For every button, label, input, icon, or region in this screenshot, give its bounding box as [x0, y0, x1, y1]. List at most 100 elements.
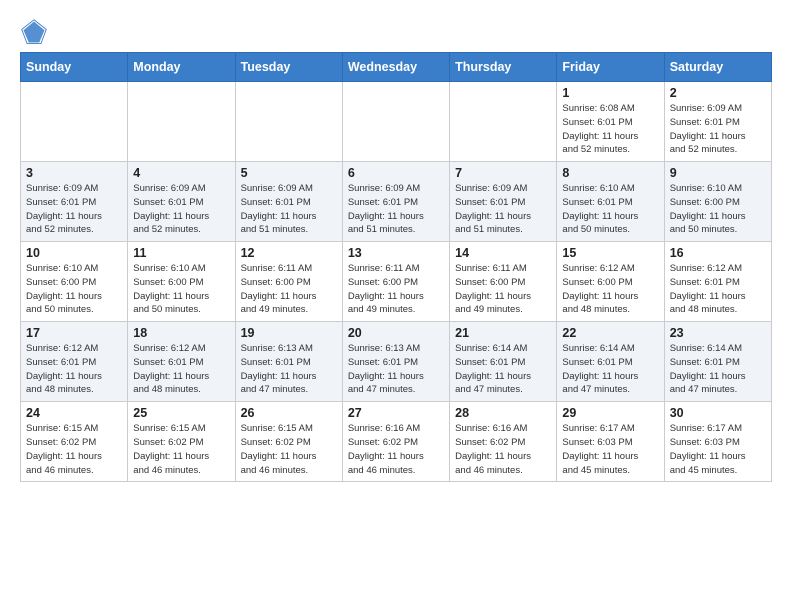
day-info: Sunrise: 6:11 AM Sunset: 6:00 PM Dayligh…: [455, 262, 551, 317]
calendar-day-header: Friday: [557, 53, 664, 82]
calendar-week-row: 3 Sunrise: 6:09 AM Sunset: 6:01 PM Daylig…: [21, 162, 772, 242]
calendar-cell: 8 Sunrise: 6:10 AM Sunset: 6:01 PM Daylig…: [557, 162, 664, 242]
day-number: 4: [133, 166, 229, 180]
calendar-cell: 24 Sunrise: 6:15 AM Sunset: 6:02 PM Dayli…: [21, 402, 128, 482]
calendar-cell: 1 Sunrise: 6:08 AM Sunset: 6:01 PM Daylig…: [557, 82, 664, 162]
calendar-cell: 11Sunrise: 6:10 AM Sunset: 6:00 PM Dayli…: [128, 242, 235, 322]
calendar-day-header: Tuesday: [235, 53, 342, 82]
calendar-cell: 4 Sunrise: 6:09 AM Sunset: 6:01 PM Daylig…: [128, 162, 235, 242]
calendar-cell: 5 Sunrise: 6:09 AM Sunset: 6:01 PM Daylig…: [235, 162, 342, 242]
calendar-cell: 2Sunrise: 6:09 AM Sunset: 6:01 PM Daylig…: [664, 82, 771, 162]
day-info: Sunrise: 6:10 AM Sunset: 6:01 PM Dayligh…: [562, 182, 658, 237]
day-info: Sunrise: 6:16 AM Sunset: 6:02 PM Dayligh…: [455, 422, 551, 477]
day-number: 14: [455, 246, 551, 260]
calendar-day-header: Thursday: [450, 53, 557, 82]
calendar-cell: 9Sunrise: 6:10 AM Sunset: 6:00 PM Daylig…: [664, 162, 771, 242]
day-info: Sunrise: 6:09 AM Sunset: 6:01 PM Dayligh…: [348, 182, 444, 237]
calendar-week-row: 17 Sunrise: 6:12 AM Sunset: 6:01 PM Dayli…: [21, 322, 772, 402]
calendar-cell: 27 Sunrise: 6:16 AM Sunset: 6:02 PM Dayli…: [342, 402, 449, 482]
day-number: 21: [455, 326, 551, 340]
calendar-cell: [235, 82, 342, 162]
calendar-cell: 20Sunrise: 6:13 AM Sunset: 6:01 PM Dayli…: [342, 322, 449, 402]
calendar-cell: 29 Sunrise: 6:17 AM Sunset: 6:03 PM Dayli…: [557, 402, 664, 482]
day-number: 5: [241, 166, 337, 180]
calendar-cell: 6 Sunrise: 6:09 AM Sunset: 6:01 PM Daylig…: [342, 162, 449, 242]
day-number: 17: [26, 326, 122, 340]
day-info: Sunrise: 6:09 AM Sunset: 6:01 PM Dayligh…: [670, 102, 766, 157]
calendar-cell: 19 Sunrise: 6:13 AM Sunset: 6:01 PM Dayli…: [235, 322, 342, 402]
day-number: 29: [562, 406, 658, 420]
day-info: Sunrise: 6:16 AM Sunset: 6:02 PM Dayligh…: [348, 422, 444, 477]
day-info: Sunrise: 6:14 AM Sunset: 6:01 PM Dayligh…: [562, 342, 658, 397]
calendar-week-row: 10Sunrise: 6:10 AM Sunset: 6:00 PM Dayli…: [21, 242, 772, 322]
day-number: 13: [348, 246, 444, 260]
day-number: 20: [348, 326, 444, 340]
header: [20, 18, 772, 46]
calendar-cell: 13Sunrise: 6:11 AM Sunset: 6:00 PM Dayli…: [342, 242, 449, 322]
calendar-cell: 17 Sunrise: 6:12 AM Sunset: 6:01 PM Dayli…: [21, 322, 128, 402]
day-info: Sunrise: 6:09 AM Sunset: 6:01 PM Dayligh…: [133, 182, 229, 237]
calendar-cell: 28 Sunrise: 6:16 AM Sunset: 6:02 PM Dayli…: [450, 402, 557, 482]
day-number: 26: [241, 406, 337, 420]
day-info: Sunrise: 6:10 AM Sunset: 6:00 PM Dayligh…: [26, 262, 122, 317]
calendar-cell: 25 Sunrise: 6:15 AM Sunset: 6:02 PM Dayli…: [128, 402, 235, 482]
calendar-cell: [21, 82, 128, 162]
day-info: Sunrise: 6:11 AM Sunset: 6:00 PM Dayligh…: [241, 262, 337, 317]
day-number: 28: [455, 406, 551, 420]
logo-icon: [20, 18, 48, 46]
calendar-cell: 10Sunrise: 6:10 AM Sunset: 6:00 PM Dayli…: [21, 242, 128, 322]
day-info: Sunrise: 6:08 AM Sunset: 6:01 PM Dayligh…: [562, 102, 658, 157]
day-info: Sunrise: 6:15 AM Sunset: 6:02 PM Dayligh…: [133, 422, 229, 477]
day-info: Sunrise: 6:13 AM Sunset: 6:01 PM Dayligh…: [241, 342, 337, 397]
day-info: Sunrise: 6:09 AM Sunset: 6:01 PM Dayligh…: [26, 182, 122, 237]
day-number: 11: [133, 246, 229, 260]
calendar-day-header: Sunday: [21, 53, 128, 82]
calendar-header-row: SundayMondayTuesdayWednesdayThursdayFrid…: [21, 53, 772, 82]
day-number: 18: [133, 326, 229, 340]
calendar-cell: 30 Sunrise: 6:17 AM Sunset: 6:03 PM Dayli…: [664, 402, 771, 482]
calendar-cell: 21 Sunrise: 6:14 AM Sunset: 6:01 PM Dayli…: [450, 322, 557, 402]
day-number: 1: [562, 86, 658, 100]
day-info: Sunrise: 6:17 AM Sunset: 6:03 PM Dayligh…: [670, 422, 766, 477]
day-number: 3: [26, 166, 122, 180]
day-info: Sunrise: 6:12 AM Sunset: 6:01 PM Dayligh…: [26, 342, 122, 397]
calendar-cell: 14 Sunrise: 6:11 AM Sunset: 6:00 PM Dayli…: [450, 242, 557, 322]
day-info: Sunrise: 6:12 AM Sunset: 6:01 PM Dayligh…: [670, 262, 766, 317]
calendar-cell: 22 Sunrise: 6:14 AM Sunset: 6:01 PM Dayli…: [557, 322, 664, 402]
calendar-cell: 23Sunrise: 6:14 AM Sunset: 6:01 PM Dayli…: [664, 322, 771, 402]
calendar-day-header: Saturday: [664, 53, 771, 82]
calendar-week-row: 1 Sunrise: 6:08 AM Sunset: 6:01 PM Daylig…: [21, 82, 772, 162]
day-number: 25: [133, 406, 229, 420]
calendar-cell: [450, 82, 557, 162]
day-number: 8: [562, 166, 658, 180]
logo: [20, 18, 52, 46]
calendar-cell: 7Sunrise: 6:09 AM Sunset: 6:01 PM Daylig…: [450, 162, 557, 242]
calendar-cell: 15Sunrise: 6:12 AM Sunset: 6:00 PM Dayli…: [557, 242, 664, 322]
day-number: 27: [348, 406, 444, 420]
day-info: Sunrise: 6:10 AM Sunset: 6:00 PM Dayligh…: [670, 182, 766, 237]
calendar-cell: 12 Sunrise: 6:11 AM Sunset: 6:00 PM Dayli…: [235, 242, 342, 322]
day-info: Sunrise: 6:14 AM Sunset: 6:01 PM Dayligh…: [670, 342, 766, 397]
day-info: Sunrise: 6:14 AM Sunset: 6:01 PM Dayligh…: [455, 342, 551, 397]
day-info: Sunrise: 6:15 AM Sunset: 6:02 PM Dayligh…: [241, 422, 337, 477]
day-info: Sunrise: 6:17 AM Sunset: 6:03 PM Dayligh…: [562, 422, 658, 477]
calendar-cell: 18 Sunrise: 6:12 AM Sunset: 6:01 PM Dayli…: [128, 322, 235, 402]
day-number: 30: [670, 406, 766, 420]
day-number: 16: [670, 246, 766, 260]
day-number: 6: [348, 166, 444, 180]
calendar-day-header: Wednesday: [342, 53, 449, 82]
day-info: Sunrise: 6:12 AM Sunset: 6:01 PM Dayligh…: [133, 342, 229, 397]
calendar-day-header: Monday: [128, 53, 235, 82]
day-number: 12: [241, 246, 337, 260]
day-info: Sunrise: 6:12 AM Sunset: 6:00 PM Dayligh…: [562, 262, 658, 317]
day-number: 22: [562, 326, 658, 340]
day-number: 19: [241, 326, 337, 340]
calendar-table: SundayMondayTuesdayWednesdayThursdayFrid…: [20, 52, 772, 482]
calendar-cell: [128, 82, 235, 162]
calendar-week-row: 24 Sunrise: 6:15 AM Sunset: 6:02 PM Dayli…: [21, 402, 772, 482]
day-info: Sunrise: 6:15 AM Sunset: 6:02 PM Dayligh…: [26, 422, 122, 477]
day-number: 24: [26, 406, 122, 420]
day-info: Sunrise: 6:09 AM Sunset: 6:01 PM Dayligh…: [241, 182, 337, 237]
calendar-cell: 26 Sunrise: 6:15 AM Sunset: 6:02 PM Dayli…: [235, 402, 342, 482]
calendar-cell: 3 Sunrise: 6:09 AM Sunset: 6:01 PM Daylig…: [21, 162, 128, 242]
